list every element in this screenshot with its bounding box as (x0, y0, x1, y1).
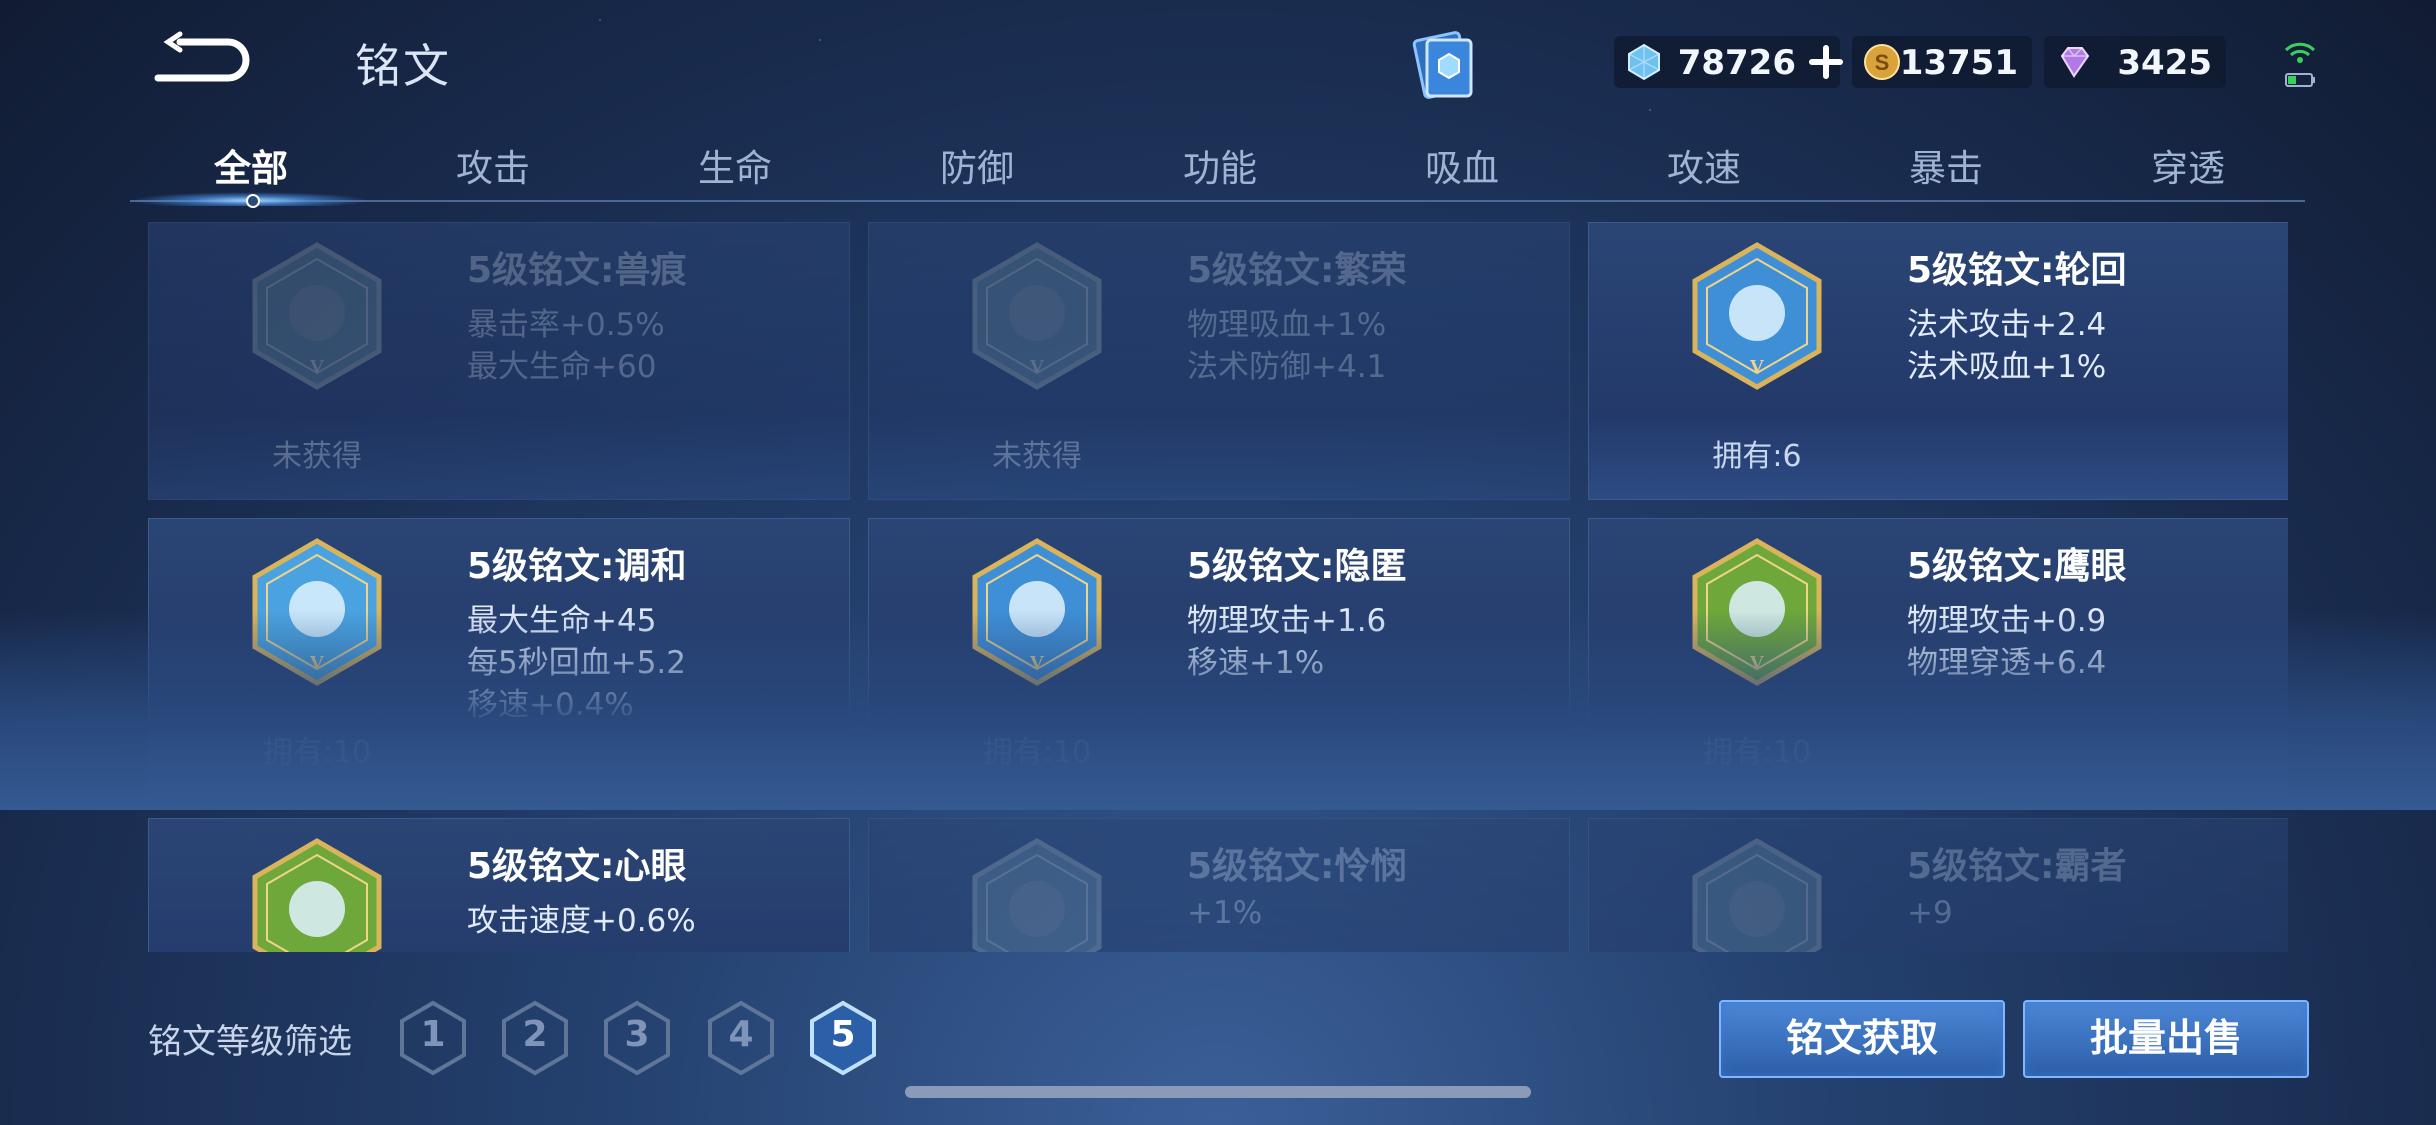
inscription-name: 5级铭文:繁荣 (1187, 250, 1407, 291)
inscription-stat: 法术攻击+2.4 (1907, 307, 2107, 343)
svg-text:V: V (1750, 356, 1765, 378)
tab-defense[interactable]: 防御 (897, 138, 1057, 192)
owned-count: 未获得 (272, 439, 362, 474)
inscription-stat: 物理攻击+0.9 (1907, 603, 2107, 639)
category-tabs: 全部 攻击 生命 防御 功能 吸血 攻速 暴击 穿透 (130, 130, 2305, 208)
obtain-inscription-button[interactable]: 铭文获取 (1719, 1000, 2005, 1078)
inscription-stat: +9 (1907, 895, 1953, 931)
owned-count: 未获得 (992, 439, 1082, 474)
tab-underline (130, 200, 2305, 202)
inscription-name: 5级铭文:心眼 (467, 846, 687, 887)
inscription-name: 5级铭文:轮回 (1907, 250, 2127, 291)
level-filter-label: 铭文等级筛选 (148, 1022, 352, 1062)
inscription-card[interactable]: V 5级铭文:霸者 +9 (1588, 818, 2288, 952)
inscription-card[interactable]: V 5级铭文:兽痕暴击率+0.5% 最大生命+60 未获得 (148, 222, 850, 500)
tab-lifesteal[interactable]: 吸血 (1382, 138, 1542, 192)
inscription-grid: V 5级铭文:兽痕暴击率+0.5% 最大生命+60 未获得 V 5级铭文:繁荣物理吸血+1… (148, 222, 2288, 952)
level-filter-3[interactable]: 3 (602, 1000, 672, 1076)
inscription-stat: +1% (1187, 895, 1263, 931)
level-filter-5[interactable]: 5 (808, 1000, 878, 1076)
inscription-stat: 暴击率+0.5% (467, 307, 665, 343)
inscription-emblem-icon: V (1692, 242, 1822, 390)
inscription-card[interactable]: V 5级铭文:鹰眼物理攻击+0.9 物理穿透+6.4 拥有:10 (1588, 518, 2288, 796)
page-title: 铭文 (355, 39, 451, 93)
coin-value: 13751 (1899, 43, 2018, 83)
svg-text:V: V (310, 652, 325, 674)
owned-count: 拥有:6 (1712, 439, 1802, 474)
inscription-emblem-icon: V (252, 242, 382, 390)
inscription-card[interactable]: V 5级铭文:繁荣物理吸血+1% 法术防御+4.1 未获得 (868, 222, 1570, 500)
tab-penetration[interactable]: 穿透 (2108, 138, 2268, 192)
tab-attack[interactable]: 攻击 (413, 138, 573, 192)
tab-critical[interactable]: 暴击 (1866, 138, 2026, 192)
inscription-stat: 每5秒回血+5.2 (467, 645, 686, 681)
batch-sell-button[interactable]: 批量出售 (2023, 1000, 2309, 1078)
level-filter-4[interactable]: 4 (706, 1000, 776, 1076)
inscription-card[interactable]: V 5级铭文:调和最大生命+45 每5秒回血+5.2 移速+0.4% 拥有:10 (148, 518, 850, 796)
back-button[interactable] (150, 28, 260, 92)
inscription-emblem-icon: V (972, 242, 1102, 390)
level-number: 5 (830, 1014, 856, 1055)
inscription-card[interactable]: V 5级铭文:轮回法术攻击+2.4 法术吸血+1% 拥有:6 (1588, 222, 2288, 500)
inscription-name: 5级铭文:鹰眼 (1907, 546, 2127, 587)
inscription-stat: 物理攻击+1.6 (1187, 603, 1387, 639)
owned-count: 拥有:10 (262, 735, 372, 770)
svg-text:S: S (1875, 50, 1890, 75)
inscription-name: 5级铭文:怜悯 (1187, 846, 1407, 887)
home-indicator (905, 1086, 1531, 1098)
svg-text:V: V (1750, 652, 1765, 674)
tab-all[interactable]: 全部 (171, 138, 331, 192)
inscription-card[interactable]: V 5级铭文:怜悯 +1% (868, 818, 1570, 952)
inscription-stat: 法术吸血+1% (1907, 349, 2107, 385)
tab-function[interactable]: 功能 (1140, 138, 1300, 192)
status-indicator (2280, 36, 2320, 92)
tab-attack-speed[interactable]: 攻速 (1624, 138, 1784, 192)
diamond-icon (2060, 47, 2090, 78)
inscription-book-icon[interactable] (1405, 26, 1485, 106)
diamond-value: 3425 (2117, 43, 2212, 83)
level-number: 1 (420, 1014, 446, 1055)
level-number: 2 (522, 1014, 548, 1055)
inscription-card[interactable]: V 5级铭文:隐匿物理攻击+1.6 移速+1% 拥有:10 (868, 518, 1570, 796)
coin-currency: S 13751 (1852, 36, 2032, 88)
diamond-currency: 3425 (2044, 36, 2226, 88)
inscription-emblem-icon: V (972, 838, 1102, 952)
inscription-emblem-icon: V (1692, 838, 1822, 952)
inscription-stat: 物理穿透+6.4 (1907, 645, 2107, 681)
inscription-emblem-icon: V (252, 538, 382, 686)
inscription-name: 5级铭文:调和 (467, 546, 687, 587)
inscription-stat: 最大生命+60 (467, 349, 657, 385)
svg-text:V: V (310, 356, 325, 378)
svg-text:V: V (1030, 652, 1045, 674)
tab-health[interactable]: 生命 (655, 138, 815, 192)
level-number: 4 (728, 1014, 754, 1055)
gem-value: 78726 (1677, 43, 1796, 83)
owned-count: 拥有:10 (982, 735, 1092, 770)
level-filter-1[interactable]: 1 (398, 1000, 468, 1076)
inscription-stat: 最大生命+45 (467, 603, 657, 639)
inscription-card[interactable]: V 5级铭文:心眼攻击速度+0.6% (148, 818, 850, 952)
inscription-stat: 法术防御+4.1 (1187, 349, 1387, 385)
add-gem-icon[interactable] (1806, 42, 1846, 82)
inscription-name: 5级铭文:兽痕 (467, 250, 687, 291)
gem-currency: 78726 (1614, 36, 1843, 88)
inscription-emblem-icon: V (1692, 538, 1822, 686)
level-number: 3 (624, 1014, 650, 1055)
coin-icon: S (1864, 44, 1900, 80)
active-tab-indicator (246, 194, 260, 208)
inscription-emblem-icon: V (972, 538, 1102, 686)
back-arrow-icon (154, 31, 250, 82)
gem-icon (1628, 43, 1660, 81)
level-filter-2[interactable]: 2 (500, 1000, 570, 1076)
inscription-stat: 攻击速度+0.6% (467, 903, 696, 939)
svg-text:V: V (1030, 356, 1045, 378)
inscription-name: 5级铭文:隐匿 (1187, 546, 1407, 587)
wifi-battery-icon (2284, 42, 2316, 87)
inscription-stat: 移速+1% (1187, 645, 1325, 681)
inscription-stat: 物理吸血+1% (1187, 307, 1387, 343)
inscription-name: 5级铭文:霸者 (1907, 846, 2127, 887)
inscription-emblem-icon: V (252, 838, 382, 952)
inscription-stat: 移速+0.4% (467, 687, 634, 723)
owned-count: 拥有:10 (1702, 735, 1812, 770)
